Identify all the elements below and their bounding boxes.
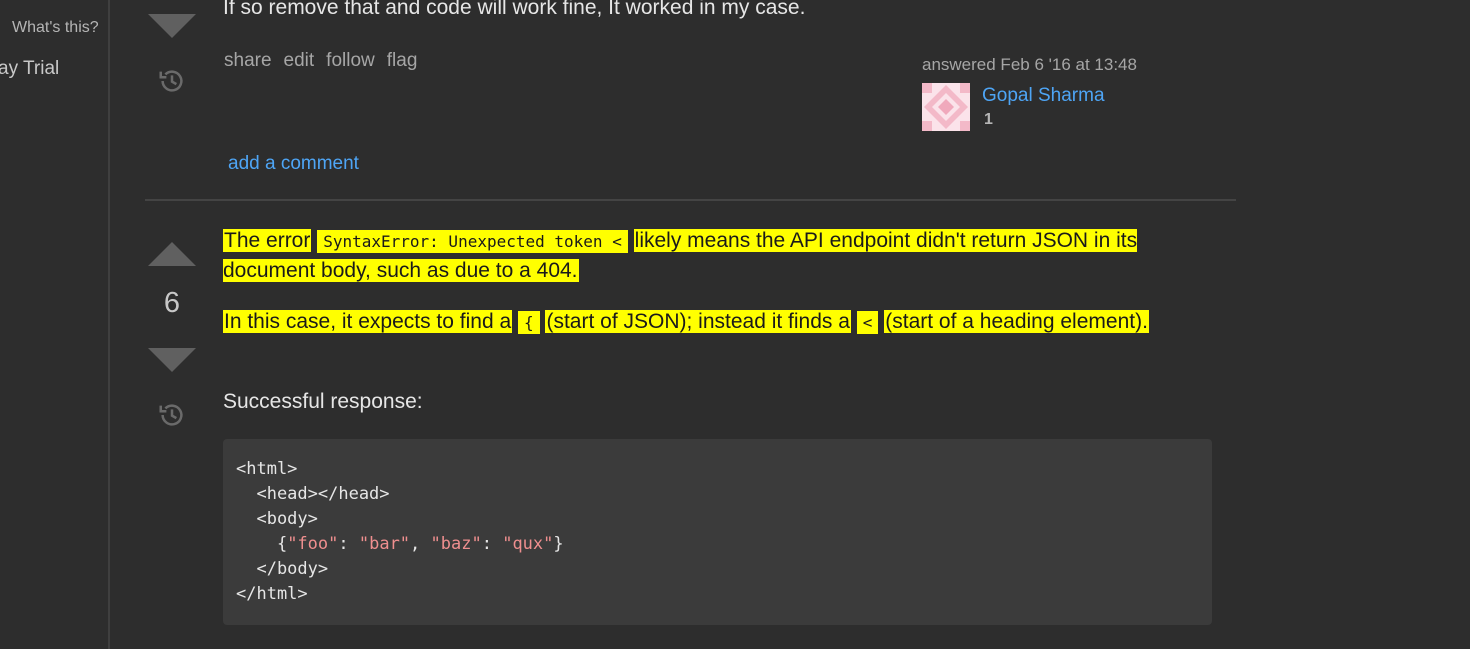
highlighted-text: (start of JSON); instead it finds a: [545, 310, 851, 333]
code-line: </html>: [236, 584, 308, 604]
code-string: "baz": [430, 534, 482, 554]
inline-code: SyntaxError: Unexpected token <: [317, 230, 628, 253]
code-string: "qux": [502, 534, 554, 554]
inline-code: {: [518, 311, 540, 334]
code-token: :: [481, 534, 503, 554]
code-string: "foo": [287, 534, 339, 554]
answer1-user-card: answered Feb 6 '16 at 13:48 Gopal Sharma…: [922, 55, 1222, 131]
flag-link[interactable]: flag: [387, 50, 418, 72]
gravatar-icon[interactable]: [922, 83, 970, 131]
inline-code: <: [856, 311, 879, 334]
code-block: <html> <head></head> <body> {"foo": "bar…: [223, 439, 1212, 625]
code-token: ,: [410, 534, 431, 554]
vote-count: 6: [163, 287, 181, 319]
answer2-paragraph-2: In this case, it expects to find a { (st…: [223, 307, 1203, 337]
code-token: :: [338, 534, 359, 554]
code-string: "bar": [358, 534, 411, 554]
answer2-paragraph-3: Successful response:: [223, 390, 423, 413]
edit-link[interactable]: edit: [284, 50, 315, 72]
trial-link[interactable]: ay Trial: [0, 58, 59, 80]
user-name-link[interactable]: Gopal Sharma: [982, 85, 1105, 107]
answer2-paragraph-1: The error SyntaxError: Unexpected token …: [223, 226, 1203, 285]
left-sidebar: What's this? ay Trial: [0, 0, 110, 649]
follow-link[interactable]: follow: [326, 50, 375, 72]
share-link[interactable]: share: [224, 50, 272, 72]
history-icon[interactable]: [157, 66, 187, 96]
answer1-post-menu: share edit follow flag: [224, 50, 417, 72]
whats-this-link[interactable]: What's this?: [12, 19, 99, 37]
highlighted-text: (start of a heading element).: [884, 310, 1149, 333]
code-line: </body>: [236, 559, 329, 579]
user-reputation: 1: [984, 111, 993, 128]
add-comment-link[interactable]: add a comment: [228, 153, 359, 175]
highlighted-text: In this case, it expects to find a: [223, 310, 513, 333]
downvote-arrow-icon[interactable]: [148, 348, 196, 372]
code-line: <head></head>: [236, 484, 390, 504]
downvote-arrow-icon[interactable]: [148, 14, 196, 38]
code-line: <html>: [236, 459, 298, 479]
code-token: {: [236, 534, 288, 554]
answered-timestamp: answered Feb 6 '16 at 13:48: [922, 55, 1137, 74]
highlighted-text: The error: [223, 229, 312, 252]
code-line: <body>: [236, 509, 318, 529]
code-token: }: [553, 534, 564, 554]
answer1-body-text: If so remove that and code will work fin…: [223, 0, 806, 19]
answer-divider: [145, 199, 1236, 201]
code-content: <html> <head></head> <body> {"foo": "bar…: [223, 439, 1212, 625]
history-icon[interactable]: [157, 400, 187, 430]
upvote-arrow-icon[interactable]: [148, 242, 196, 266]
